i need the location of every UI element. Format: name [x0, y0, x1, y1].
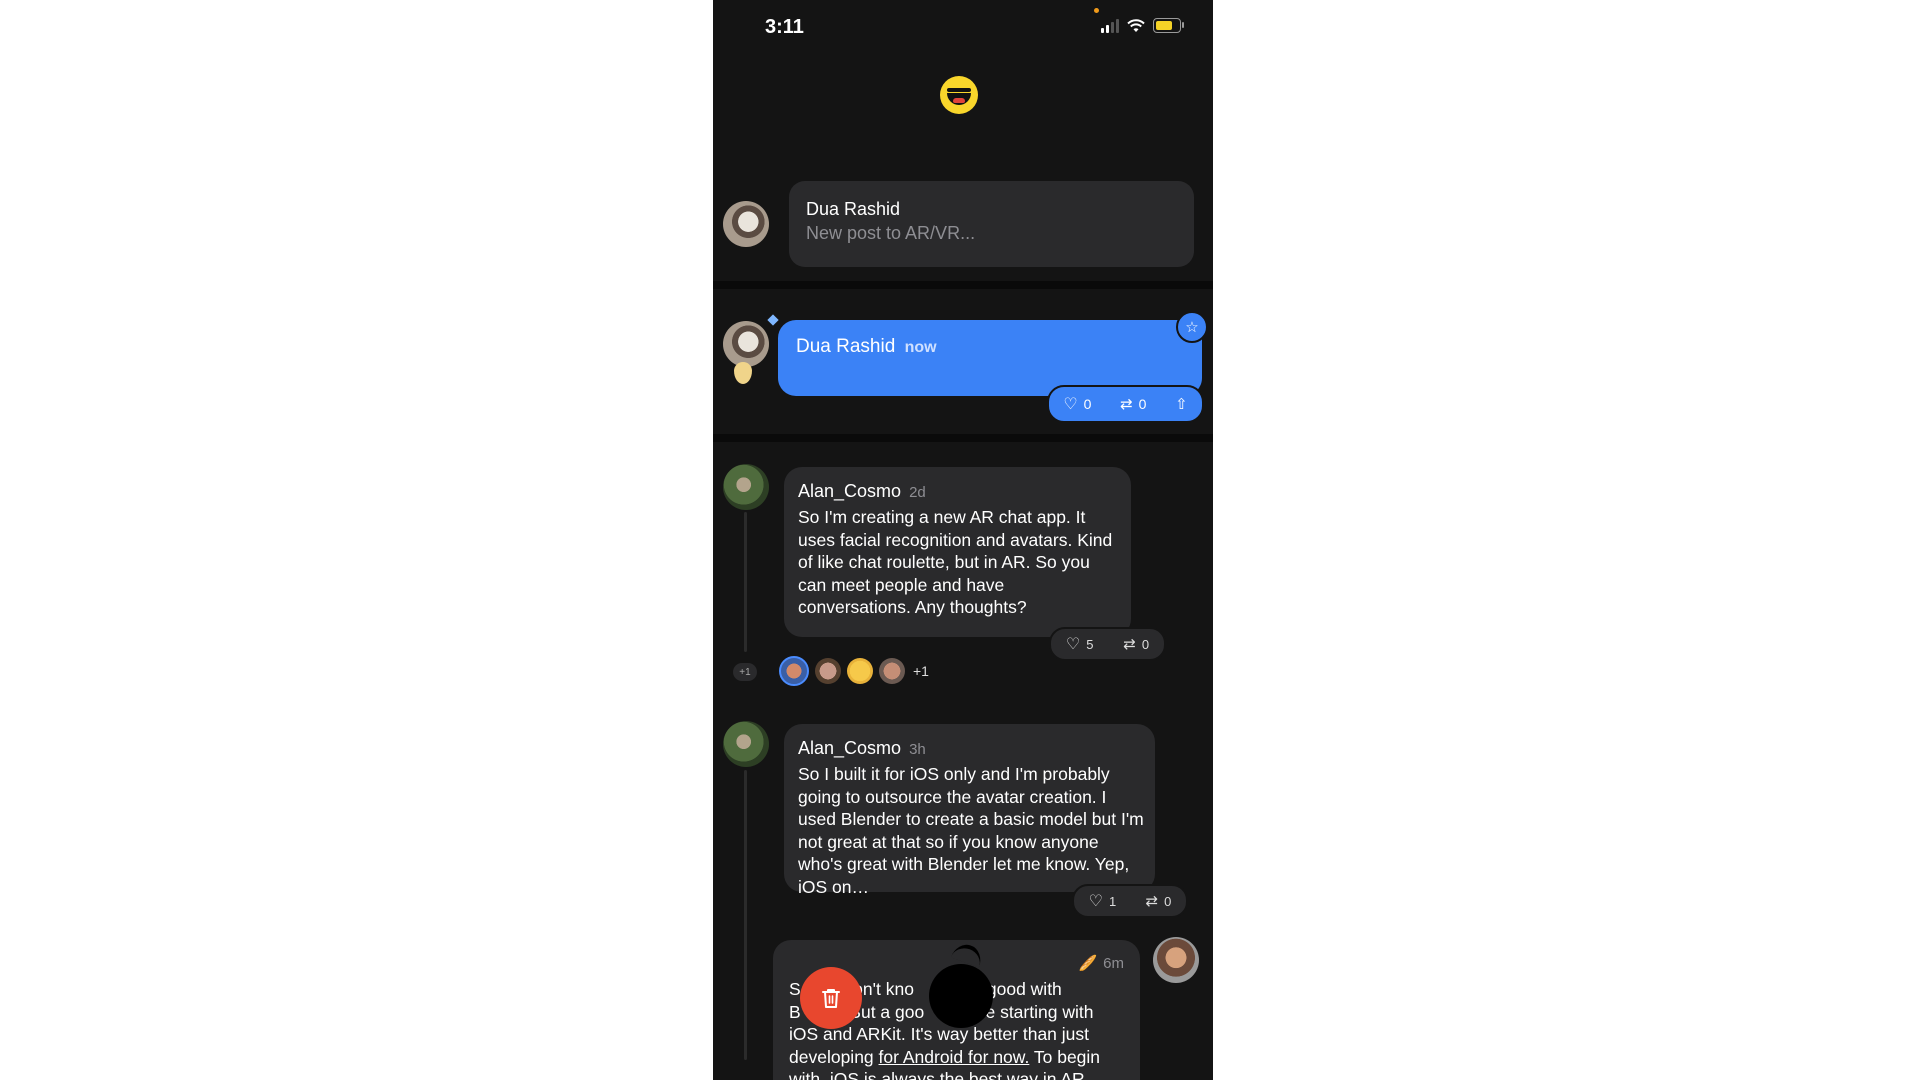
repost-button[interactable]: ⇄ 0 — [1120, 395, 1146, 413]
wifi-icon — [1127, 18, 1145, 32]
avatar[interactable] — [723, 201, 769, 247]
pencil-icon — [767, 314, 779, 326]
status-bar: 3:11 — [713, 0, 1213, 50]
post-author[interactable]: Alan_Cosmo — [798, 738, 901, 758]
post-body: So I'm creating a new AR chat app. It us… — [798, 507, 1113, 617]
star-icon[interactable]: ☆ — [1176, 311, 1208, 343]
like-count: 1 — [1108, 893, 1117, 909]
heart-icon: ♡ — [1065, 636, 1081, 653]
touch-indicator — [734, 362, 752, 384]
avatar[interactable] — [723, 321, 769, 367]
status-time: 3:11 — [765, 16, 804, 38]
thread-line — [744, 770, 747, 1060]
repost-count: 0 — [1141, 636, 1150, 652]
reactor-avatar[interactable] — [847, 658, 873, 684]
heart-icon: ♡ — [1063, 396, 1078, 413]
compose-placeholder: New post to AR/VR... — [806, 223, 976, 243]
avatar[interactable] — [1153, 937, 1199, 983]
battery-icon — [1153, 18, 1184, 33]
phone-screen: 3:11 Dua Rashid New post to AR/VR... Dua… — [713, 0, 1213, 1080]
like-button[interactable]: ♡ 1 — [1089, 891, 1117, 911]
compose-author-name: Dua Rashid — [806, 199, 901, 219]
repost-icon: ⇄ — [1120, 396, 1133, 413]
post-body: So I built it for iOS only and I'm proba… — [798, 764, 1144, 897]
post-time: 3h — [909, 741, 926, 758]
status-icons — [1101, 18, 1184, 33]
repost-count: 0 — [1138, 396, 1147, 412]
share-icon: ⇧ — [1175, 396, 1188, 413]
draft-meta: 🥖 6m — [1078, 954, 1124, 973]
live-post-author: Dua Rashid — [796, 336, 896, 357]
signal-icon — [1101, 18, 1119, 33]
live-post-actions: ♡ 0 ⇄ 0 ⇧ — [1047, 385, 1204, 423]
avatar[interactable] — [723, 464, 769, 510]
thread-line — [744, 512, 747, 652]
draft-time: 6m — [1103, 954, 1124, 972]
like-button[interactable]: ♡ 0 — [1063, 394, 1091, 414]
heart-icon: ♡ — [1088, 893, 1103, 910]
repost-count: 0 — [1164, 893, 1172, 909]
share-button[interactable]: ⇧ — [1175, 395, 1188, 413]
record-button[interactable] — [929, 964, 993, 1028]
baguette-icon: 🥖 — [1078, 955, 1098, 972]
repost-icon: ⇄ — [1145, 893, 1159, 910]
post-time: 2d — [909, 484, 926, 501]
repost-icon: ⇄ — [1123, 636, 1136, 653]
draft-line: with, iOS is always the best way in AR — [789, 1069, 1085, 1080]
divider — [713, 434, 1213, 442]
reactor-avatar[interactable] — [779, 656, 809, 686]
post-bubble[interactable]: Alan_Cosmo 3h So I built it for iOS only… — [784, 724, 1155, 897]
post-actions: ♡ 1 ⇄ 0 — [1072, 884, 1188, 918]
divider — [713, 281, 1213, 289]
repost-button[interactable]: ⇄ 0 — [1146, 892, 1172, 910]
reactors-more[interactable]: +1 — [913, 663, 929, 679]
post-bubble[interactable]: Alan_Cosmo 2d So I'm creating a new AR c… — [784, 467, 1131, 637]
reactor-avatars[interactable]: +1 — [779, 656, 929, 686]
trash-icon — [822, 989, 840, 1008]
repost-button[interactable]: ⇄ 0 — [1123, 635, 1149, 653]
reactor-avatar[interactable] — [815, 658, 841, 684]
live-post-time: now — [904, 339, 937, 356]
app-logo-icon[interactable] — [940, 76, 978, 114]
like-count: 0 — [1083, 396, 1092, 412]
reactor-avatar[interactable] — [879, 658, 905, 684]
avatar[interactable] — [723, 721, 769, 767]
like-button[interactable]: ♡ 5 — [1066, 634, 1094, 654]
trash-button[interactable] — [800, 967, 862, 1029]
like-count: 5 — [1086, 636, 1094, 652]
post-author[interactable]: Alan_Cosmo — [798, 481, 901, 501]
draft-line: developing for Android for now. To begin — [789, 1046, 1101, 1067]
compose-box[interactable]: Dua Rashid New post to AR/VR... — [789, 181, 1194, 267]
reply-count-badge[interactable]: +1 — [733, 663, 757, 681]
post-actions: ♡ 5 ⇄ 0 — [1049, 627, 1166, 661]
microphone-indicator — [1094, 8, 1099, 13]
